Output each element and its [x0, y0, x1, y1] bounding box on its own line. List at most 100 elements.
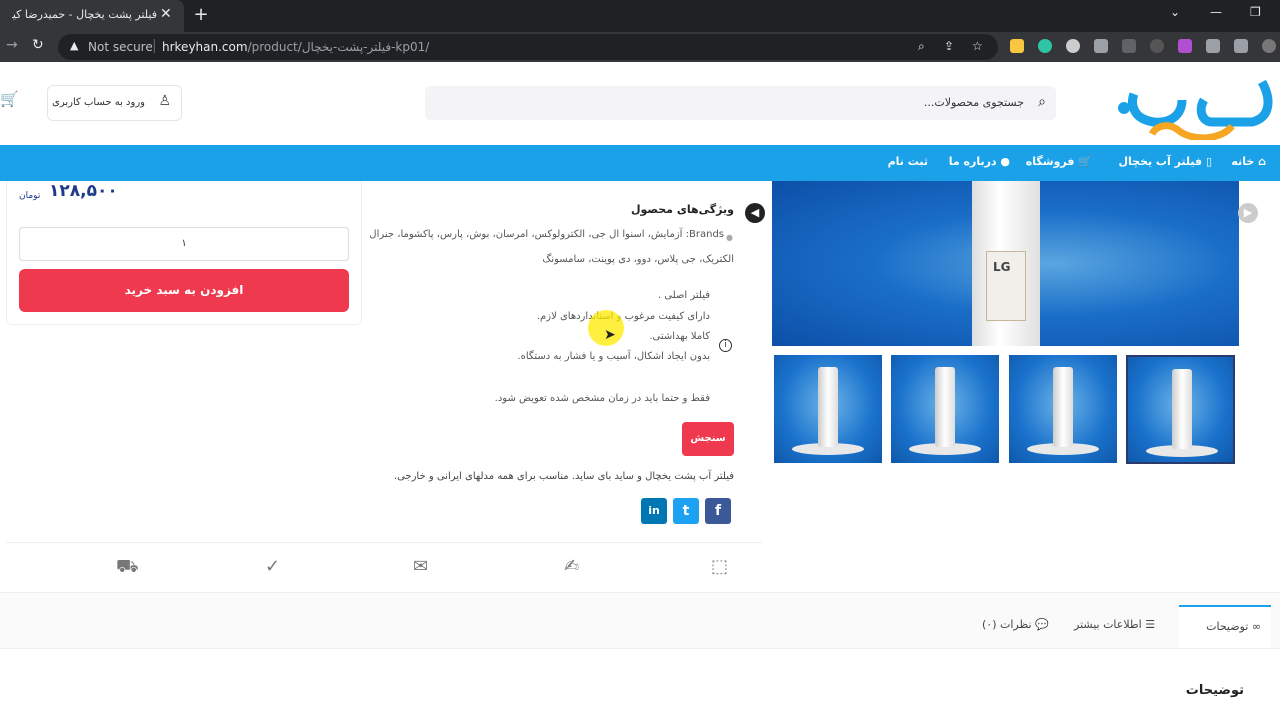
thumb-filter	[935, 367, 955, 447]
gallery-thumbnail[interactable]	[774, 355, 882, 463]
quantity-input[interactable]: ۱	[19, 227, 349, 261]
divider	[6, 542, 762, 543]
gallery-thumbnail-selected[interactable]	[1126, 355, 1235, 464]
tab-reviews[interactable]: 💬 نظرات (۰)	[982, 605, 1049, 649]
extension-icon[interactable]	[1010, 39, 1024, 53]
menu-label: ثبت نام	[887, 155, 928, 168]
extension-icon[interactable]	[1150, 39, 1164, 53]
description-heading: توضیحات	[1185, 683, 1244, 698]
menu-item-about[interactable]: ● درباره ما	[949, 155, 1010, 168]
menu-label: خانه	[1231, 155, 1255, 168]
url-separator: |	[152, 38, 157, 54]
cart-icon[interactable]: 🛒	[0, 90, 19, 108]
forward-icon[interactable]: →	[6, 37, 18, 53]
extension-icon[interactable]	[1066, 39, 1080, 53]
envelope-icon: ✉	[413, 556, 429, 577]
tab-more-info[interactable]: ☰ اطلاعات بیشتر	[1074, 605, 1155, 649]
feature-line: فیلتر اصلی .	[657, 290, 710, 301]
menu-label: فیلتر آب یخچال	[1118, 155, 1203, 168]
thumb-filter	[1172, 369, 1192, 449]
user-icon: ♙	[158, 93, 171, 109]
currency-label: تومان	[19, 191, 41, 201]
gallery-thumbnail[interactable]	[1009, 355, 1117, 463]
reload-icon[interactable]: ↻	[32, 37, 44, 53]
extension-icon[interactable]	[1038, 39, 1052, 53]
gallery-prev-arrow-icon[interactable]: ◀	[745, 203, 765, 223]
menu-label: فروشگاه	[1025, 155, 1075, 168]
thumb-filter	[818, 367, 838, 447]
filter-label: LG	[986, 251, 1026, 321]
menu-item-home[interactable]: ⌂ خانه	[1231, 155, 1266, 168]
close-tab-icon[interactable]: ✕	[160, 6, 172, 22]
info-icon[interactable]: i	[719, 339, 732, 352]
security-label[interactable]: Not secure	[88, 40, 153, 54]
delivery-truck-icon: ⛟	[116, 556, 139, 577]
lg-logo: LG	[993, 260, 1011, 274]
url-text[interactable]: hrkeyhan.com/product/فیلتر-پشت-یخچال-kp0…	[162, 40, 429, 54]
replace-note: فقط و حتما باید در زمان مشخص شده تعویض ش…	[494, 393, 710, 404]
site-header: ⌕ جستجوی محصولات... ♙ ورود به حساب کاربر…	[0, 62, 1280, 145]
bookmark-star-icon[interactable]: ☆	[972, 39, 983, 53]
twitter-icon[interactable]: t	[673, 498, 699, 524]
site-logo[interactable]	[1112, 70, 1274, 140]
search-bar[interactable]: ⌕ جستجوی محصولات...	[425, 86, 1056, 120]
package-icon: ⬚	[711, 556, 729, 577]
feature-line: دارای کیفیت مرغوب و استانداردهای لازم.	[536, 311, 710, 322]
extension-icon[interactable]	[1178, 39, 1192, 53]
gallery-thumbnail[interactable]	[891, 355, 999, 463]
menu-label: درباره ما	[948, 155, 997, 168]
brands-line: Brands: آزمایش، اسنوا ال جی، الکترولوکس،…	[369, 229, 724, 240]
linkedin-icon[interactable]: in	[641, 498, 667, 524]
extension-icon[interactable]	[1122, 39, 1136, 53]
warning-icon[interactable]: ▲	[70, 39, 78, 52]
search-input[interactable]: جستجوی محصولات...	[924, 96, 1024, 109]
url-host: hrkeyhan.com	[162, 40, 248, 54]
facebook-icon[interactable]: f	[705, 498, 731, 524]
main-menu: ⌂ خانه ▯ فیلتر آب یخچال 🛒 فروشگاه ● دربا…	[0, 145, 1280, 181]
feature-line: بدون ایجاد اشکال، آسیب و یا فشار به دستگ…	[517, 351, 710, 362]
url-path: /product/فیلتر-پشت-یخچال-kp01/	[247, 40, 430, 54]
login-label: ورود به حساب کاربری	[52, 97, 145, 108]
search-icon[interactable]: ⌕	[1038, 94, 1046, 110]
tab-content-panel	[0, 648, 1280, 720]
menu-item-shop[interactable]: 🛒 فروشگاه	[1026, 155, 1092, 168]
sidebar-icon[interactable]	[1234, 39, 1248, 53]
feature-line: کاملا بهداشتی.	[649, 331, 710, 342]
gallery-next-arrow-icon[interactable]: ▶	[1238, 203, 1258, 223]
comments-icon: 💬	[1035, 618, 1049, 631]
menu-item-fridge-filter[interactable]: ▯ فیلتر آب یخچال	[1118, 155, 1212, 168]
thumb-filter	[1053, 367, 1073, 447]
product-price: ۱۲۸,۵۰۰	[49, 181, 118, 201]
profile-avatar[interactable]	[1262, 39, 1276, 53]
login-button[interactable]: ♙ ورود به حساب کاربری	[47, 85, 182, 121]
mouse-cursor-icon: ➤	[604, 327, 616, 343]
maximize-icon[interactable]: ❐	[1250, 5, 1261, 19]
bullet-dot: ●	[726, 233, 733, 242]
address-bar[interactable]: ▲ Not secure | hrkeyhan.com/product/فیلت…	[58, 34, 998, 60]
browser-tab-bar: فیلتر پشت یخچال - حمیدرضا کیهان ✕ + ⌄ — …	[0, 0, 1280, 32]
glasses-icon: ∞	[1251, 620, 1261, 633]
product-main-image[interactable]: LG	[772, 181, 1239, 346]
shield-icon[interactable]	[1094, 39, 1108, 53]
tab-description[interactable]: ∞ توضیحات	[1179, 605, 1271, 649]
minimize-icon[interactable]: —	[1210, 5, 1222, 19]
tab-label: توضیحات	[1206, 620, 1249, 633]
puzzle-icon[interactable]	[1206, 39, 1220, 53]
tab-label: نظرات (۰)	[982, 618, 1032, 631]
tab-label: اطلاعات بیشتر	[1074, 618, 1142, 631]
zoom-search-icon[interactable]: ⌕	[918, 39, 925, 54]
short-description: فیلتر آب پشت یخچال و ساید بای ساید. مناس…	[393, 471, 734, 482]
brands-line: الکتریک، جی پلاس، دوو، دی پوینت، سامسونگ	[542, 254, 734, 265]
add-to-cart-button[interactable]: افزودن به سبد خرید	[19, 269, 349, 312]
list-icon: ☰	[1145, 618, 1156, 631]
measure-button[interactable]: سنجش	[682, 422, 734, 456]
browser-toolbar: → ↻ ▲ Not secure | hrkeyhan.com/product/…	[0, 32, 1280, 62]
new-tab-button[interactable]: +	[190, 4, 212, 25]
check-badge-icon: ✓	[265, 556, 281, 577]
features-title: ویژگی‌های محصول	[630, 203, 734, 216]
share-icon[interactable]: ⇪	[944, 39, 954, 53]
payment-icon: ✍	[564, 556, 580, 577]
menu-item-register[interactable]: ثبت نام	[888, 155, 928, 168]
browser-tab[interactable]: فیلتر پشت یخچال - حمیدرضا کیهان ✕	[0, 0, 184, 32]
tab-search-icon[interactable]: ⌄	[1170, 5, 1180, 19]
